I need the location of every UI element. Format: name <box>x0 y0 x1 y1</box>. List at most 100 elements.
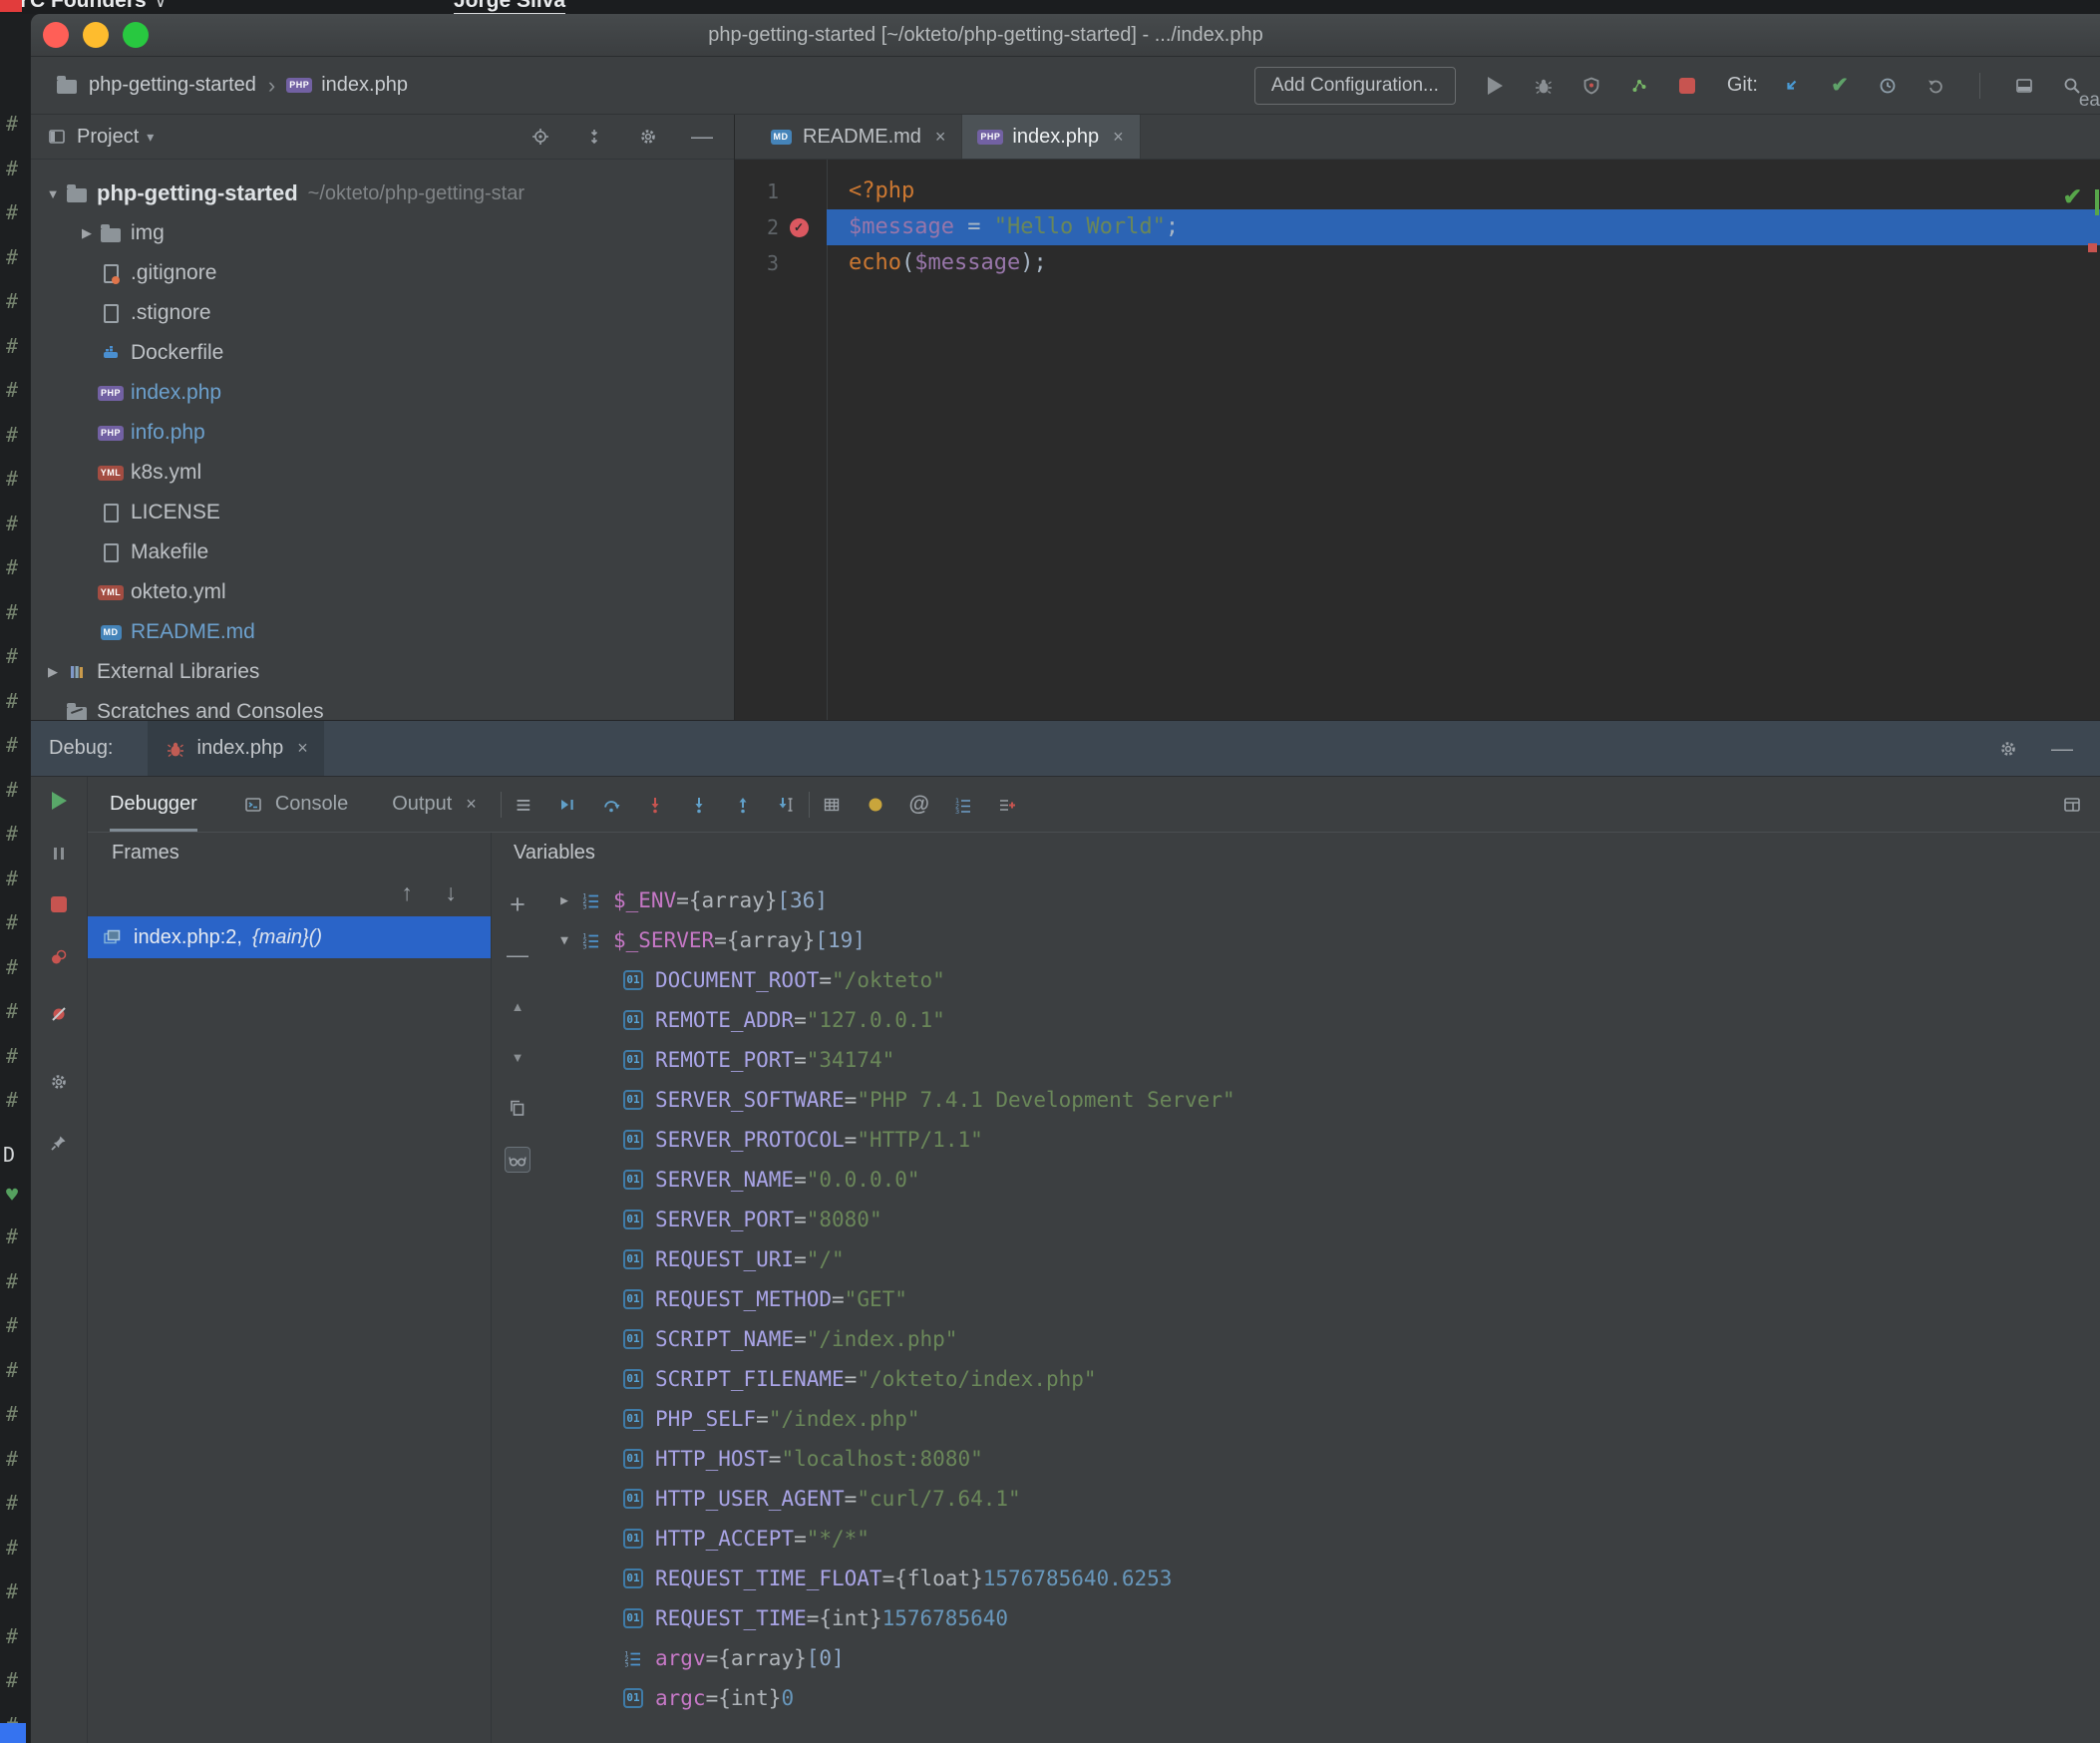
run-to-cursor-icon[interactable] <box>775 793 799 817</box>
close-tab-icon[interactable]: × <box>935 127 946 148</box>
add-watch-list-icon[interactable] <box>995 793 1019 817</box>
move-down-icon[interactable]: ▼ <box>506 1045 529 1069</box>
close-icon[interactable]: × <box>297 738 308 759</box>
hide-panel-icon[interactable]: — <box>690 125 714 149</box>
breadcrumb-file[interactable]: index.php <box>321 74 408 97</box>
variable-row-request-method[interactable]: 01REQUEST_METHOD = "GET" <box>543 1279 2100 1319</box>
tree-item-img[interactable]: ▶img <box>31 213 734 253</box>
variable-row-server-protocol[interactable]: 01SERVER_PROTOCOL = "HTTP/1.1" <box>543 1120 2100 1160</box>
variable-row-document-root[interactable]: 01DOCUMENT_ROOT = "/okteto" <box>543 960 2100 1000</box>
run-icon[interactable] <box>1484 74 1508 98</box>
view-breakpoints-icon[interactable] <box>47 945 71 969</box>
previous-frame-icon[interactable]: ↑ <box>395 880 419 904</box>
rollback-icon[interactable] <box>1924 74 1947 98</box>
breadcrumb-project[interactable]: php-getting-started <box>89 74 256 97</box>
pause-icon[interactable] <box>47 842 71 866</box>
tree-item-dockerfile[interactable]: Dockerfile <box>31 333 734 373</box>
variable-row-server[interactable]: ▼123$_SERVER = {array} [19] <box>543 920 2100 960</box>
tree-item-k8s-yml[interactable]: YMLk8s.yml <box>31 453 734 493</box>
project-panel-title[interactable]: Project <box>77 126 139 149</box>
gutter-line-1[interactable]: 1 <box>735 179 827 203</box>
chevron-down-icon[interactable]: ▾ <box>147 129 154 146</box>
tree-item-stignore[interactable]: .stignore <box>31 293 734 333</box>
tree-item-index-php[interactable]: PHPindex.php <box>31 373 734 413</box>
view-menu-icon[interactable]: ≡ <box>512 793 535 817</box>
code-line-2[interactable]: 2✓$message = "Hello World"; <box>735 209 2100 245</box>
gutter-line-3[interactable]: 3 <box>735 251 827 275</box>
remove-watch-icon[interactable]: — <box>506 943 529 967</box>
tool-window-icon[interactable] <box>2012 74 2036 98</box>
variable-row-remote-addr[interactable]: 01REMOTE_ADDR = "127.0.0.1" <box>543 1000 2100 1040</box>
settings-icon[interactable] <box>636 125 660 149</box>
chevron-down-icon[interactable]: ▼ <box>41 186 65 201</box>
view-as-grid-icon[interactable] <box>820 793 844 817</box>
move-up-icon[interactable]: ▲ <box>506 994 529 1018</box>
variable-row-http-accept[interactable]: 01HTTP_ACCEPT = "*/*" <box>543 1519 2100 1559</box>
close-tab-icon[interactable]: × <box>1113 127 1124 148</box>
frame-row[interactable]: index.php:2, {main}() <box>88 916 491 958</box>
update-project-icon[interactable] <box>1780 74 1804 98</box>
copy-icon[interactable] <box>506 1096 529 1120</box>
settings-icon[interactable] <box>1996 737 2020 761</box>
code-line-3[interactable]: 3echo($message); <box>735 245 2100 281</box>
stop-icon[interactable] <box>47 892 71 916</box>
locate-file-icon[interactable] <box>528 125 552 149</box>
add-configuration-button[interactable]: Add Configuration... <box>1254 67 1456 105</box>
tree-item-license[interactable]: LICENSE <box>31 493 734 532</box>
yellow-dot-icon[interactable] <box>864 793 887 817</box>
variable-row-argc[interactable]: 01argc = {int} 0 <box>543 1678 2100 1718</box>
minimize-icon[interactable]: — <box>2050 737 2074 761</box>
show-execution-point-icon[interactable] <box>555 793 579 817</box>
debug-session-tab[interactable]: index.php × <box>148 721 324 776</box>
variable-row-php-self[interactable]: 01PHP_SELF = "/index.php" <box>543 1399 2100 1439</box>
variable-row-script-filename[interactable]: 01SCRIPT_FILENAME = "/okteto/index.php" <box>543 1359 2100 1399</box>
variable-row-http-user-agent[interactable]: 01HTTP_USER_AGENT = "curl/7.64.1" <box>543 1479 2100 1519</box>
step-over-icon[interactable] <box>599 793 623 817</box>
step-out-icon[interactable] <box>731 793 755 817</box>
variable-row-server-software[interactable]: 01SERVER_SOFTWARE = "PHP 7.4.1 Developme… <box>543 1080 2100 1120</box>
tree-item-php-getting-started[interactable]: ▼php-getting-started~/okteto/php-getting… <box>31 174 734 213</box>
code-line-1[interactable]: 1<?php <box>735 174 2100 209</box>
gutter-line-2[interactable]: 2✓ <box>735 215 827 239</box>
show-watches-icon[interactable] <box>505 1147 530 1173</box>
evaluate-at-icon[interactable]: @ <box>907 793 931 817</box>
variable-row-request-time[interactable]: 01REQUEST_TIME = {int} 1576785640 <box>543 1598 2100 1638</box>
pin-icon[interactable] <box>47 1131 71 1155</box>
step-into-icon[interactable] <box>643 793 667 817</box>
chevron-right-icon[interactable]: ▶ <box>41 664 65 680</box>
settings-icon[interactable] <box>47 1070 71 1094</box>
variable-row-server-port[interactable]: 01SERVER_PORT = "8080" <box>543 1200 2100 1239</box>
resume-icon[interactable] <box>47 789 71 813</box>
tree-item-scratches-and-consoles[interactable]: Scratches and Consoles <box>31 692 734 720</box>
variable-row-http-host[interactable]: 01HTTP_HOST = "localhost:8080" <box>543 1439 2100 1479</box>
coverage-icon[interactable] <box>1579 74 1603 98</box>
variable-row-remote-port[interactable]: 01REMOTE_PORT = "34174" <box>543 1040 2100 1080</box>
debug-tab-console[interactable]: Console <box>241 777 348 832</box>
tree-item-external-libraries[interactable]: ▶External Libraries <box>31 652 734 692</box>
variable-row-env[interactable]: ▶123$_ENV = {array} [36] <box>543 880 2100 920</box>
collapse-all-icon[interactable] <box>582 125 606 149</box>
chevron-right-icon[interactable]: ▶ <box>75 225 99 241</box>
profiler-icon[interactable] <box>1627 74 1651 98</box>
numbered-list-icon[interactable]: 123 <box>951 793 975 817</box>
debug-tab-debugger[interactable]: Debugger <box>110 777 197 832</box>
editor-tab-readme-md[interactable]: MDREADME.md× <box>753 115 962 159</box>
next-frame-icon[interactable]: ↓ <box>439 880 463 904</box>
force-step-into-icon[interactable] <box>687 793 711 817</box>
debug-icon[interactable] <box>1532 74 1556 98</box>
history-icon[interactable] <box>1876 74 1900 98</box>
tree-item-makefile[interactable]: Makefile <box>31 532 734 572</box>
tree-item-readme-md[interactable]: MDREADME.md <box>31 612 734 652</box>
chevron-right-icon[interactable]: ▶ <box>549 893 579 908</box>
inspections-ok-icon[interactable]: ✔ <box>2063 183 2082 210</box>
stop-icon[interactable] <box>1675 74 1699 98</box>
tree-item-info-php[interactable]: PHPinfo.php <box>31 413 734 453</box>
commit-icon[interactable]: ✔ <box>1828 74 1852 98</box>
tree-item-okteto-yml[interactable]: YMLokteto.yml <box>31 572 734 612</box>
variable-row-argv[interactable]: 123argv = {array} [0] <box>543 1638 2100 1678</box>
mute-breakpoints-icon[interactable] <box>47 1002 71 1026</box>
editor-tab-index-php[interactable]: PHPindex.php× <box>962 115 1140 159</box>
close-tab-icon[interactable]: × <box>466 794 477 815</box>
code-editor[interactable]: ✔ 1<?php2✓$message = "Hello World";3echo… <box>735 160 2100 720</box>
restore-layout-icon[interactable] <box>2060 793 2084 817</box>
